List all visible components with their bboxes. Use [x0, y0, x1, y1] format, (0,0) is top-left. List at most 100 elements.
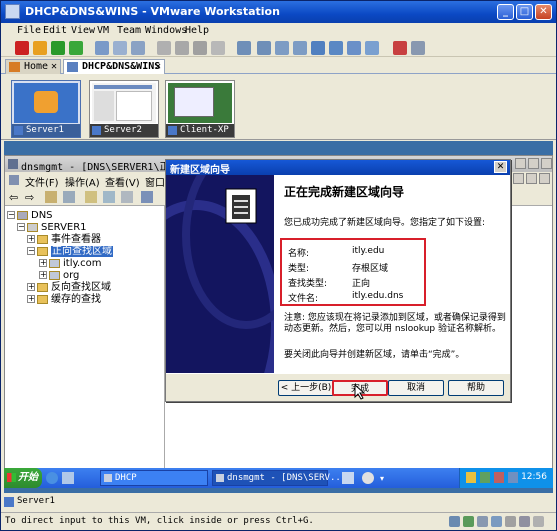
- mmc-close-button[interactable]: [541, 158, 552, 169]
- chevron-down-icon[interactable]: ▾: [380, 474, 384, 483]
- menu-windows[interactable]: Windows: [145, 25, 187, 36]
- quicklaunch-icon[interactable]: [62, 472, 74, 484]
- team-power-icon[interactable]: [175, 41, 189, 55]
- console-view-icon[interactable]: [329, 41, 343, 55]
- mmc-menu-file[interactable]: 文件(F): [25, 174, 59, 189]
- wizard-content: 正在完成新建区域向导 您已成功完成了新建区域向导。您指定了如下设置: 名称: it…: [274, 175, 510, 373]
- summary-icon[interactable]: [311, 41, 325, 55]
- power-off-icon[interactable]: [15, 41, 29, 55]
- reset-icon[interactable]: [69, 41, 83, 55]
- back-button[interactable]: < 上一步(B): [278, 380, 334, 396]
- refresh-icon[interactable]: [103, 191, 115, 203]
- menu-edit[interactable]: Edit: [43, 25, 67, 36]
- status-text: To direct input to this VM, click inside…: [5, 516, 314, 526]
- menu-view[interactable]: View: [71, 25, 95, 36]
- thumbnail-client-xp-label: Client-XP: [166, 124, 234, 137]
- tab-home-close-icon[interactable]: ✕: [51, 60, 57, 74]
- menu-team[interactable]: Team: [117, 25, 141, 36]
- sound-status-icon[interactable]: [519, 516, 530, 527]
- view-icon[interactable]: [257, 41, 271, 55]
- tray-icon[interactable]: [508, 472, 518, 483]
- show-tree-icon[interactable]: [63, 191, 75, 203]
- quick-switch-icon[interactable]: [293, 41, 307, 55]
- mmc-menu-view[interactable]: 查看(V): [105, 174, 140, 189]
- maximize-button[interactable]: □: [516, 4, 533, 20]
- floppy-status-icon[interactable]: [477, 516, 488, 527]
- thumbnail-server1[interactable]: Server1: [11, 80, 81, 138]
- forward-arrow-icon[interactable]: ⇨: [25, 191, 34, 204]
- mmc-child-close-button[interactable]: [539, 173, 550, 184]
- help-button[interactable]: 帮助: [448, 380, 504, 396]
- tray-icon[interactable]: [494, 472, 504, 483]
- export-list-icon[interactable]: [121, 191, 133, 203]
- mmc-app-icon: [8, 159, 18, 169]
- properties-icon[interactable]: [85, 191, 97, 203]
- suspend-icon[interactable]: [33, 41, 47, 55]
- thumbnail-view-icon[interactable]: [347, 41, 361, 55]
- server-icon: [27, 222, 38, 232]
- network-tray-icon[interactable]: [342, 472, 354, 484]
- cancel-button[interactable]: 取消: [388, 380, 444, 396]
- thumbnail-server1-text: Server1: [26, 125, 64, 135]
- taskbar-item-dnsmgmt[interactable]: dnsmgmt - [DNS\SERV...: [212, 470, 346, 486]
- mmc-minimize-button[interactable]: [515, 158, 526, 169]
- mmc-maximize-button[interactable]: [528, 158, 539, 169]
- thumbnail-server2[interactable]: Server2: [89, 80, 159, 138]
- cdrom-status-icon[interactable]: [463, 516, 474, 527]
- menu-file[interactable]: File: [17, 25, 41, 36]
- devices-icon[interactable]: [411, 41, 425, 55]
- tab-home[interactable]: Home ✕: [5, 59, 61, 74]
- wizard-side-banner: [166, 175, 274, 373]
- snapshot-icon[interactable]: [95, 41, 109, 55]
- tray-icon[interactable]: [480, 472, 490, 483]
- minimize-button[interactable]: _: [497, 4, 514, 20]
- message-status-icon[interactable]: [533, 516, 544, 527]
- thumbnail-client-xp-text: Client-XP: [180, 125, 229, 135]
- revert-snapshot-icon[interactable]: [113, 41, 127, 55]
- back-arrow-icon[interactable]: ⇦: [9, 191, 18, 204]
- full-screen-icon[interactable]: [275, 41, 289, 55]
- clock: 12:56: [521, 472, 547, 482]
- mmc-child-minimize-button[interactable]: [513, 173, 524, 184]
- thumbnail-bar-icon[interactable]: [365, 41, 379, 55]
- tab-team-close-icon[interactable]: ✕: [155, 60, 161, 74]
- thumbnail-client-xp-image: [168, 83, 232, 123]
- thumbnail-client-xp[interactable]: Client-XP: [165, 80, 235, 138]
- snapshot-manager-icon[interactable]: [131, 41, 145, 55]
- vmware-window: DHCP&DNS&WINS - VMware Workstation _ □ ✕…: [0, 0, 557, 531]
- help-icon[interactable]: [141, 191, 153, 203]
- zone-icon: [49, 258, 60, 268]
- help-tray-icon[interactable]: [362, 472, 374, 484]
- guest-console[interactable]: dnsmgmt - [DNS\SERVER1\正向查找... 文件(F) 操作(…: [4, 141, 553, 493]
- summary-row-name: 名称: itly.edu: [288, 246, 385, 259]
- thumbnail-server2-text: Server2: [104, 125, 142, 135]
- wizard-banner-graphic: [166, 175, 274, 373]
- vm-icon: [92, 126, 101, 135]
- console-icon[interactable]: [237, 41, 251, 55]
- mmc-child-restore-button[interactable]: [526, 173, 537, 184]
- start-label: 开始: [18, 472, 38, 483]
- vm-icon: [4, 497, 14, 507]
- menu-vm[interactable]: VM: [97, 25, 109, 36]
- network-icon[interactable]: [393, 41, 407, 55]
- taskbar-item-dhcp[interactable]: DHCP: [100, 470, 208, 486]
- ie-quicklaunch-icon[interactable]: [46, 472, 58, 484]
- wizard-close-button[interactable]: ✕: [494, 161, 507, 173]
- team-icon[interactable]: [157, 41, 171, 55]
- usb-status-icon[interactable]: [505, 516, 516, 527]
- mmc-menu-action[interactable]: 操作(A): [65, 174, 100, 189]
- up-folder-icon[interactable]: [45, 191, 57, 203]
- hdd-status-icon[interactable]: [449, 516, 460, 527]
- menu-help[interactable]: Help: [185, 25, 209, 36]
- tree-node-cached-lookups[interactable]: + 缓存的查找: [27, 294, 101, 307]
- team-reset-icon[interactable]: [211, 41, 225, 55]
- network-status-icon[interactable]: [491, 516, 502, 527]
- power-on-icon[interactable]: [51, 41, 65, 55]
- close-button[interactable]: ✕: [535, 4, 552, 20]
- folder-icon: [37, 294, 48, 304]
- tab-dhcp-dns-wins[interactable]: DHCP&DNS&WINS ✕: [63, 59, 165, 74]
- tray-icon[interactable]: [466, 472, 476, 483]
- team-suspend-icon[interactable]: [193, 41, 207, 55]
- start-button[interactable]: 开始: [4, 468, 42, 488]
- menu-bar: File Edit View VM Team Windows Help: [1, 23, 556, 39]
